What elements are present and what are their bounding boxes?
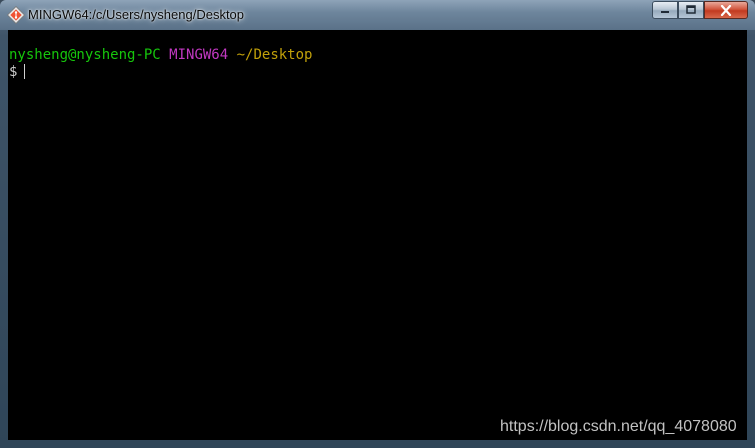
- title-bar[interactable]: MINGW64:/c/Users/nysheng/Desktop: [0, 0, 755, 30]
- close-button[interactable]: [704, 1, 748, 19]
- terminal-window: MINGW64:/c/Users/nysheng/Desktop nysheng…: [0, 0, 755, 448]
- prompt-info-line: nysheng@nysheng-PC MINGW64 ~/Desktop: [9, 47, 312, 64]
- maximize-button[interactable]: [678, 1, 704, 19]
- close-icon: [720, 4, 732, 16]
- input-line[interactable]: $: [9, 64, 26, 81]
- window-title: MINGW64:/c/Users/nysheng/Desktop: [28, 7, 245, 22]
- system-name: MINGW64: [169, 47, 229, 63]
- vertical-scrollbar[interactable]: [733, 30, 747, 440]
- window-controls: [652, 1, 748, 19]
- user-host: nysheng@nysheng-PC: [9, 47, 161, 63]
- watermark: https://blog.csdn.net/qq_4078080: [500, 418, 737, 435]
- maximize-icon: [686, 5, 696, 14]
- terminal-area[interactable]: nysheng@nysheng-PC MINGW64 ~/Desktop $: [8, 30, 733, 440]
- prompt-symbol: $: [9, 64, 18, 80]
- git-icon[interactable]: [7, 6, 25, 24]
- minimize-button[interactable]: [652, 1, 678, 19]
- text-cursor: [24, 64, 26, 79]
- minimize-icon: [661, 11, 669, 13]
- current-directory: ~/Desktop: [236, 47, 313, 63]
